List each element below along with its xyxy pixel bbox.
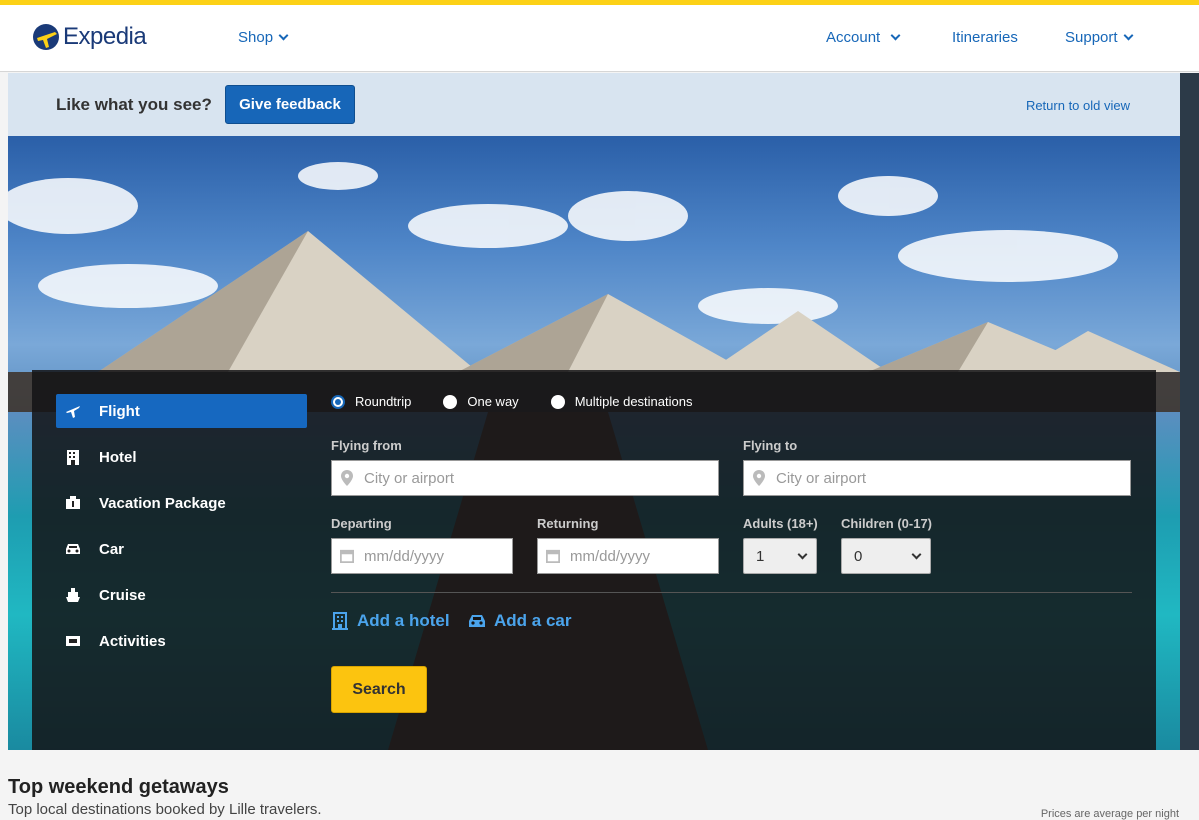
chevron-down-icon	[1123, 30, 1133, 41]
tab-flight[interactable]: Flight	[56, 394, 307, 428]
tab-hotel[interactable]: Hotel	[56, 440, 307, 474]
radio-multiple-destinations-label: Multiple destinations	[574, 394, 693, 409]
departing-date-field[interactable]: mm/dd/yyyy	[331, 538, 513, 574]
radio-multiple-destinations[interactable]: Multiple destinations	[550, 394, 693, 409]
chevron-down-icon	[890, 30, 901, 41]
logo-text: Expedia	[63, 23, 147, 50]
radio-unselected-icon	[443, 394, 458, 409]
tab-car-label: Car	[99, 540, 125, 558]
ticket-icon	[65, 633, 81, 649]
tab-activities[interactable]: Activities	[56, 624, 307, 658]
tab-activities-label: Activities	[99, 632, 166, 650]
nav-account[interactable]: Account	[826, 29, 901, 46]
radio-selected-icon	[331, 394, 345, 409]
calendar-icon	[546, 548, 560, 564]
expedia-logo[interactable]: Expedia	[31, 20, 147, 54]
tab-hotel-label: Hotel	[99, 448, 137, 466]
chevron-down-icon	[797, 549, 808, 559]
map-pin-icon	[340, 470, 354, 486]
flying-from-field[interactable]: City or airport	[331, 460, 719, 496]
tab-vacation-package[interactable]: Vacation Package	[56, 486, 307, 520]
ship-icon	[65, 587, 81, 603]
flying-to-placeholder: City or airport	[776, 469, 867, 487]
getaways-subtitle: Top local destinations booked by Lille t…	[8, 801, 322, 818]
nav-account-label: Account	[826, 29, 881, 46]
add-hotel-link[interactable]: Add a hotel	[331, 611, 450, 631]
nav-shop-label: Shop	[238, 29, 274, 46]
tab-vacation-package-label: Vacation Package	[99, 494, 226, 512]
give-feedback-button[interactable]: Give feedback	[225, 85, 355, 124]
nav-shop[interactable]: Shop	[238, 29, 289, 46]
package-icon	[65, 495, 81, 511]
search-button[interactable]: Search	[331, 666, 427, 713]
nav-support-label: Support	[1065, 29, 1118, 46]
nav-itineraries-label: Itineraries	[952, 29, 1018, 46]
tab-cruise[interactable]: Cruise	[56, 578, 307, 612]
plane-icon	[65, 403, 81, 419]
map-pin-icon	[752, 470, 766, 486]
tab-cruise-label: Cruise	[99, 586, 146, 604]
add-car-label: Add a car	[494, 611, 572, 630]
page-scrollbar[interactable]	[1180, 73, 1199, 750]
tab-flight-label: Flight	[99, 402, 140, 420]
add-car-link[interactable]: Add a car	[468, 611, 571, 631]
building-icon	[65, 449, 81, 465]
flying-from-placeholder: City or airport	[364, 469, 455, 487]
tab-car[interactable]: Car	[56, 532, 307, 566]
nav-support[interactable]: Support	[1065, 29, 1133, 46]
returning-date-field[interactable]: mm/dd/yyyy	[537, 538, 719, 574]
returning-placeholder: mm/dd/yyyy	[570, 547, 651, 565]
children-label: Children (0-17)	[841, 516, 933, 531]
departing-label: Departing	[331, 516, 392, 531]
adults-select[interactable]: 1	[743, 538, 817, 574]
search-panel: Flight Hotel Vacation Package Car Cruise…	[32, 370, 1156, 750]
radio-unselected-icon	[550, 394, 565, 409]
getaways-price-note: Prices are average per night	[1040, 808, 1179, 820]
adults-value: 1	[756, 547, 765, 565]
flying-to-field[interactable]: City or airport	[743, 460, 1131, 496]
radio-one-way-label: One way	[467, 394, 519, 409]
calendar-icon	[340, 548, 354, 564]
children-select[interactable]: 0	[841, 538, 931, 574]
site-header: Expedia Shop Account Itineraries Support	[0, 5, 1199, 72]
departing-placeholder: mm/dd/yyyy	[364, 547, 445, 565]
car-icon	[468, 614, 486, 628]
flying-to-label: Flying to	[743, 438, 798, 453]
children-value: 0	[854, 547, 863, 565]
feedback-prompt: Like what you see?	[56, 95, 212, 114]
form-divider	[331, 592, 1132, 593]
flying-from-label: Flying from	[331, 438, 402, 453]
adults-label: Adults (18+)	[743, 516, 818, 531]
trip-type-group: Roundtrip One way Multiple destinations	[331, 394, 724, 409]
nav-itineraries[interactable]: Itineraries	[952, 29, 1018, 46]
getaways-title: Top weekend getaways	[8, 776, 229, 798]
chevron-down-icon	[278, 30, 289, 41]
car-icon	[65, 541, 81, 557]
add-hotel-label: Add a hotel	[357, 611, 450, 630]
radio-one-way[interactable]: One way	[443, 394, 519, 409]
returning-label: Returning	[537, 516, 599, 531]
building-icon	[331, 612, 349, 630]
feedback-bar: Like what you see? Give feedback Return …	[8, 73, 1199, 136]
return-to-old-view-link[interactable]: Return to old view	[1026, 98, 1130, 113]
globe-plane-icon	[33, 24, 59, 50]
chevron-down-icon	[911, 549, 922, 559]
radio-roundtrip-label: Roundtrip	[355, 394, 412, 409]
radio-roundtrip[interactable]: Roundtrip	[331, 394, 411, 409]
